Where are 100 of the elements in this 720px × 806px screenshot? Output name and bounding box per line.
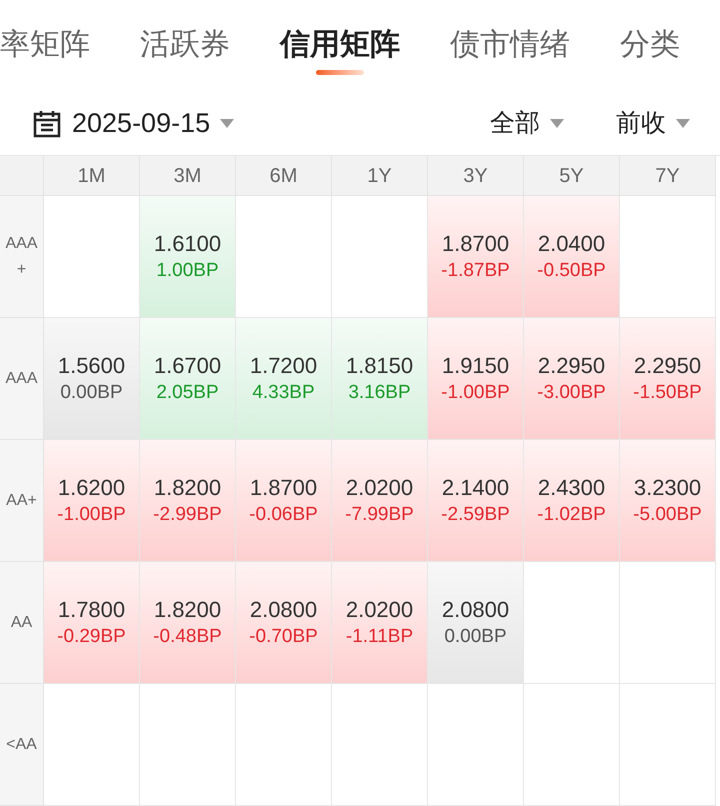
column-header: 1M [44, 156, 140, 196]
matrix-cell[interactable] [620, 196, 716, 318]
yield-value: 1.9150 [442, 352, 510, 380]
matrix-cell[interactable]: 2.0200 -7.99BP [332, 440, 428, 562]
yield-value: 3.2300 [634, 474, 702, 502]
matrix-cell[interactable]: 2.1400 -2.59BP [428, 440, 524, 562]
yield-value: 2.0800 [250, 596, 318, 624]
scope-dropdown[interactable]: 全部 [490, 104, 564, 142]
matrix-cell[interactable]: 1.6200 -1.00BP [44, 440, 140, 562]
yield-value: 1.8700 [442, 230, 510, 258]
matrix-cell[interactable] [44, 196, 140, 318]
column-header: 1Y [332, 156, 428, 196]
matrix-cell[interactable] [332, 196, 428, 318]
matrix-cell[interactable]: 2.2950 -3.00BP [524, 318, 620, 440]
yield-value: 1.8150 [346, 352, 414, 380]
change-value: -1.00BP [57, 502, 126, 526]
change-value: 3.16BP [348, 380, 411, 404]
matrix-cell[interactable] [524, 684, 620, 806]
change-value: -0.50BP [537, 258, 606, 282]
yield-value: 1.6200 [58, 474, 126, 502]
matrix-cell[interactable] [140, 684, 236, 806]
price-dropdown[interactable]: 前收 [616, 104, 690, 142]
yield-value: 1.6100 [154, 230, 222, 258]
yield-value: 2.0200 [346, 474, 414, 502]
change-value: -7.99BP [345, 502, 414, 526]
matrix-cell[interactable] [524, 562, 620, 684]
matrix-cell[interactable] [620, 684, 716, 806]
matrix-cell[interactable]: 1.8200 -0.48BP [140, 562, 236, 684]
matrix-cell[interactable] [620, 562, 716, 684]
yield-value: 1.8700 [250, 474, 318, 502]
matrix-cell[interactable]: 2.0800 0.00BP [428, 562, 524, 684]
change-value: -2.59BP [441, 502, 510, 526]
yield-value: 2.0400 [538, 230, 606, 258]
matrix-cell[interactable]: 2.0200 -1.11BP [332, 562, 428, 684]
matrix-cell[interactable]: 1.5600 0.00BP [44, 318, 140, 440]
change-value: -0.70BP [249, 624, 318, 648]
matrix-cell[interactable]: 1.8700 -0.06BP [236, 440, 332, 562]
matrix-cell[interactable]: 3.2300 -5.00BP [620, 440, 716, 562]
change-value: -1.11BP [346, 624, 414, 648]
tab[interactable]: 率矩阵 [0, 24, 90, 66]
change-value: -0.06BP [249, 502, 318, 526]
tab[interactable]: 分类 [620, 24, 680, 66]
change-value: 2.05BP [156, 380, 219, 404]
row-header: <AA [0, 684, 44, 806]
column-header: 6M [236, 156, 332, 196]
change-value: -1.87BP [441, 258, 510, 282]
matrix-cell[interactable]: 2.2950 -1.50BP [620, 318, 716, 440]
change-value: 0.00BP [60, 380, 123, 404]
change-value: 0.00BP [444, 624, 507, 648]
yield-value: 2.0200 [346, 596, 414, 624]
yield-value: 1.7200 [250, 352, 318, 380]
yield-value: 2.2950 [634, 352, 702, 380]
yield-value: 2.1400 [442, 474, 510, 502]
row-header: AA [0, 562, 44, 684]
change-value: -5.00BP [633, 502, 702, 526]
matrix-cell[interactable] [236, 196, 332, 318]
matrix-cell[interactable] [428, 684, 524, 806]
tab[interactable]: 债市情绪 [450, 24, 570, 66]
date-picker[interactable]: 2025-09-15 [32, 103, 234, 144]
yield-value: 1.6700 [154, 352, 222, 380]
matrix-cell[interactable]: 2.0400 -0.50BP [524, 196, 620, 318]
yield-value: 1.8200 [154, 596, 222, 624]
matrix-cell[interactable]: 1.8700 -1.87BP [428, 196, 524, 318]
matrix-cell[interactable]: 1.6100 1.00BP [140, 196, 236, 318]
column-header: 3Y [428, 156, 524, 196]
yield-value: 2.4300 [538, 474, 606, 502]
matrix-cell[interactable] [332, 684, 428, 806]
matrix-cell[interactable]: 2.0800 -0.70BP [236, 562, 332, 684]
tab[interactable]: 活跃券 [140, 24, 230, 66]
yield-value: 1.8200 [154, 474, 222, 502]
matrix-cell[interactable] [236, 684, 332, 806]
tab[interactable]: 信用矩阵 [280, 24, 400, 75]
column-header: 7Y [620, 156, 716, 196]
matrix-cell[interactable]: 1.8200 -2.99BP [140, 440, 236, 562]
matrix-cell[interactable]: 1.8150 3.16BP [332, 318, 428, 440]
row-header: AA+ [0, 440, 44, 562]
matrix-cell[interactable]: 2.4300 -1.02BP [524, 440, 620, 562]
caret-icon [550, 119, 564, 128]
matrix-cell[interactable]: 1.6700 2.05BP [140, 318, 236, 440]
matrix-cell[interactable]: 1.7200 4.33BP [236, 318, 332, 440]
yield-value: 1.5600 [58, 352, 126, 380]
matrix-cell[interactable] [44, 684, 140, 806]
change-value: -1.50BP [633, 380, 702, 404]
change-value: -1.00BP [441, 380, 510, 404]
row-header: AAA+ [0, 196, 44, 318]
caret-icon [220, 119, 234, 128]
change-value: -3.00BP [537, 380, 606, 404]
date-text: 2025-09-15 [72, 107, 210, 140]
yield-value: 2.0800 [442, 596, 510, 624]
price-text: 前收 [616, 108, 666, 139]
change-value: -0.29BP [57, 624, 126, 648]
change-value: -1.02BP [537, 502, 606, 526]
change-value: -2.99BP [153, 502, 222, 526]
change-value: 4.33BP [252, 380, 315, 404]
change-value: -0.48BP [153, 624, 222, 648]
change-value: 1.00BP [156, 258, 219, 282]
matrix-cell[interactable]: 1.9150 -1.00BP [428, 318, 524, 440]
column-header: 3M [140, 156, 236, 196]
yield-value: 2.2950 [538, 352, 606, 380]
matrix-cell[interactable]: 1.7800 -0.29BP [44, 562, 140, 684]
